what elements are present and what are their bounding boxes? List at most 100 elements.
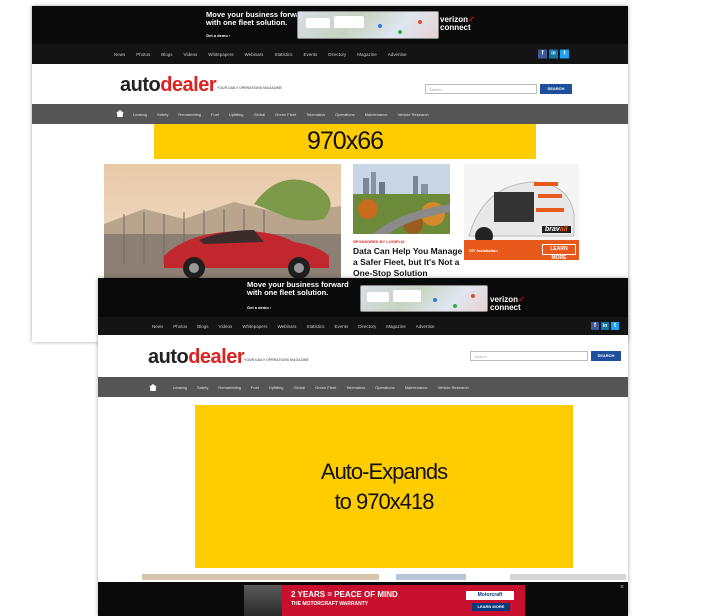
content-thumb-3[interactable]: [510, 574, 626, 580]
cat-green-fleet[interactable]: Green Fleet: [315, 385, 336, 390]
top-banner-ad[interactable]: Move your business forward with one flee…: [32, 6, 628, 44]
story-sponsor-label: SPONSORED BY LOGIFLIX: [353, 239, 405, 244]
story-headline[interactable]: Data Can Help You Manage a Safer Fleet, …: [353, 246, 463, 279]
nav-videos[interactable]: Videos: [219, 324, 233, 329]
nav-photos[interactable]: Photos: [173, 324, 187, 329]
nav-videos[interactable]: Videos: [184, 52, 198, 57]
cat-remarketing[interactable]: Remarketing: [178, 112, 201, 117]
facebook-icon[interactable]: f: [591, 322, 599, 330]
site-logo[interactable]: autodealer: [120, 74, 217, 97]
ad-cta-link[interactable]: Get a demo ›: [247, 305, 271, 310]
home-icon[interactable]: [149, 384, 157, 391]
cat-global[interactable]: Global: [254, 112, 266, 117]
search-button[interactable]: SEARCH: [540, 84, 572, 94]
content-thumb-1[interactable]: [142, 574, 379, 580]
home-icon[interactable]: [116, 110, 124, 117]
category-nav: Leasing Safety Remarketing Fuel Upfittin…: [98, 377, 628, 397]
nav-blogs[interactable]: Blogs: [197, 324, 208, 329]
ad-footer-text: DIY Installation: [469, 248, 498, 253]
ad-tagline-line2: with one fleet solution.: [206, 17, 288, 27]
brand-word-connect: connect: [490, 302, 521, 312]
masthead: autodealer YOUR DAILY OPERATIONS MAGAZIN…: [32, 64, 628, 104]
search-button[interactable]: SEARCH: [591, 351, 621, 361]
facebook-icon[interactable]: f: [538, 49, 547, 59]
cat-upfitting[interactable]: Upfitting: [229, 112, 244, 117]
verizon-connect-logo: verizon✓ connect: [490, 296, 525, 311]
nav-statistics[interactable]: Statistics: [306, 324, 324, 329]
cat-safety[interactable]: Safety: [157, 112, 168, 117]
search-input[interactable]: Search: [470, 351, 588, 361]
ad-tagline-line2: with one fleet solution.: [247, 287, 329, 297]
nav-news[interactable]: News: [152, 324, 163, 329]
cat-fuel[interactable]: Fuel: [211, 112, 219, 117]
nav-events[interactable]: Events: [303, 52, 317, 57]
cat-maintenance[interactable]: Maintenance: [405, 385, 428, 390]
logo-auto: auto: [120, 74, 161, 96]
cat-green-fleet[interactable]: Green Fleet: [275, 112, 296, 117]
nav-photos[interactable]: Photos: [136, 52, 150, 57]
mechanic-image: [244, 585, 282, 616]
cat-vehicle-research[interactable]: Vehicle Research: [438, 385, 469, 390]
leaderboard-ad-slot-expanded[interactable]: Auto-Expands to 970x418: [195, 405, 573, 568]
site-logo[interactable]: autodealer: [148, 346, 245, 369]
story-highway-image[interactable]: [353, 164, 450, 234]
bottom-sticky-ad[interactable]: 2 YEARS = PEACE OF MIND THE MOTORCRAFT W…: [98, 582, 628, 616]
cat-telematics[interactable]: Telematics: [306, 112, 325, 117]
linkedin-icon[interactable]: in: [549, 49, 558, 59]
logo-dealer: dealer: [188, 346, 245, 368]
content-thumb-2[interactable]: [396, 574, 466, 580]
cat-leasing[interactable]: Leasing: [173, 385, 187, 390]
cat-operations[interactable]: Operations: [375, 385, 395, 390]
motorcraft-learn-more-button[interactable]: LEARN MORE: [472, 603, 510, 611]
page-screenshot-expanded: Move your business forward with one flee…: [98, 278, 628, 616]
ad-brand-suffix: all: [559, 226, 568, 233]
linkedin-icon[interactable]: in: [601, 322, 609, 330]
top-banner-ad[interactable]: Move your business forward with one flee…: [98, 278, 628, 317]
nav-webinars[interactable]: Webinars: [278, 324, 297, 329]
ad-slot-label-line2: to 970x418: [334, 488, 435, 514]
twitter-icon[interactable]: t: [611, 322, 619, 330]
cat-maintenance[interactable]: Maintenance: [365, 112, 388, 117]
nav-magazine[interactable]: Magazine: [386, 324, 406, 329]
nav-advertise[interactable]: Advertise: [388, 52, 407, 57]
logo-auto: auto: [148, 346, 189, 368]
cat-leasing[interactable]: Leasing: [133, 112, 147, 117]
nav-whitepapers[interactable]: Whitepapers: [208, 52, 233, 57]
ad-slot-label-line1: Auto-Expands: [320, 458, 448, 484]
ad-cta-link[interactable]: Get a demo ›: [206, 33, 230, 38]
cat-fuel[interactable]: Fuel: [251, 385, 259, 390]
cat-safety[interactable]: Safety: [197, 385, 208, 390]
nav-events[interactable]: Events: [334, 324, 348, 329]
nav-directory[interactable]: Directory: [358, 324, 376, 329]
close-ad-icon[interactable]: ×: [618, 584, 626, 592]
ad-map-image: [360, 285, 488, 312]
right-rail-ad[interactable]: bravall DIY Installation LEARN MORE: [464, 164, 579, 260]
masthead: autodealer YOUR DAILY OPERATIONS MAGAZIN…: [98, 335, 628, 377]
cat-global[interactable]: Global: [294, 385, 306, 390]
nav-blogs[interactable]: Blogs: [161, 52, 172, 57]
cat-vehicle-research[interactable]: Vehicle Research: [398, 112, 429, 117]
story-headline-line1: Data Can Help You Manage: [353, 246, 463, 256]
top-nav: News Photos Blogs Videos Whitepapers Web…: [98, 317, 628, 335]
leaderboard-ad-slot-collapsed[interactable]: 970x66: [154, 124, 536, 159]
nav-directory[interactable]: Directory: [328, 52, 346, 57]
cat-telematics[interactable]: Telematics: [346, 385, 365, 390]
logo-dealer: dealer: [160, 74, 217, 96]
search-input[interactable]: Search: [425, 84, 537, 94]
nav-news[interactable]: News: [114, 52, 125, 57]
twitter-icon[interactable]: t: [560, 49, 569, 59]
cat-upfitting[interactable]: Upfitting: [269, 385, 284, 390]
logo-tagline: YOUR DAILY OPERATIONS MAGAZINE: [244, 358, 309, 362]
nav-statistics[interactable]: Statistics: [274, 52, 292, 57]
logo-tagline: YOUR DAILY OPERATIONS MAGAZINE: [217, 86, 282, 90]
ad-learn-more-button[interactable]: LEARN MORE: [542, 244, 576, 260]
cat-operations[interactable]: Operations: [335, 112, 355, 117]
nav-webinars[interactable]: Webinars: [245, 52, 264, 57]
nav-advertise[interactable]: Advertise: [416, 324, 435, 329]
nav-whitepapers[interactable]: Whitepapers: [242, 324, 267, 329]
cat-remarketing[interactable]: Remarketing: [218, 385, 241, 390]
hero-car-image[interactable]: [104, 164, 341, 284]
top-nav: News Photos Blogs Videos Whitepapers Web…: [32, 44, 628, 64]
motorcraft-ad[interactable]: 2 YEARS = PEACE OF MIND THE MOTORCRAFT W…: [244, 585, 525, 616]
nav-magazine[interactable]: Magazine: [357, 52, 377, 57]
